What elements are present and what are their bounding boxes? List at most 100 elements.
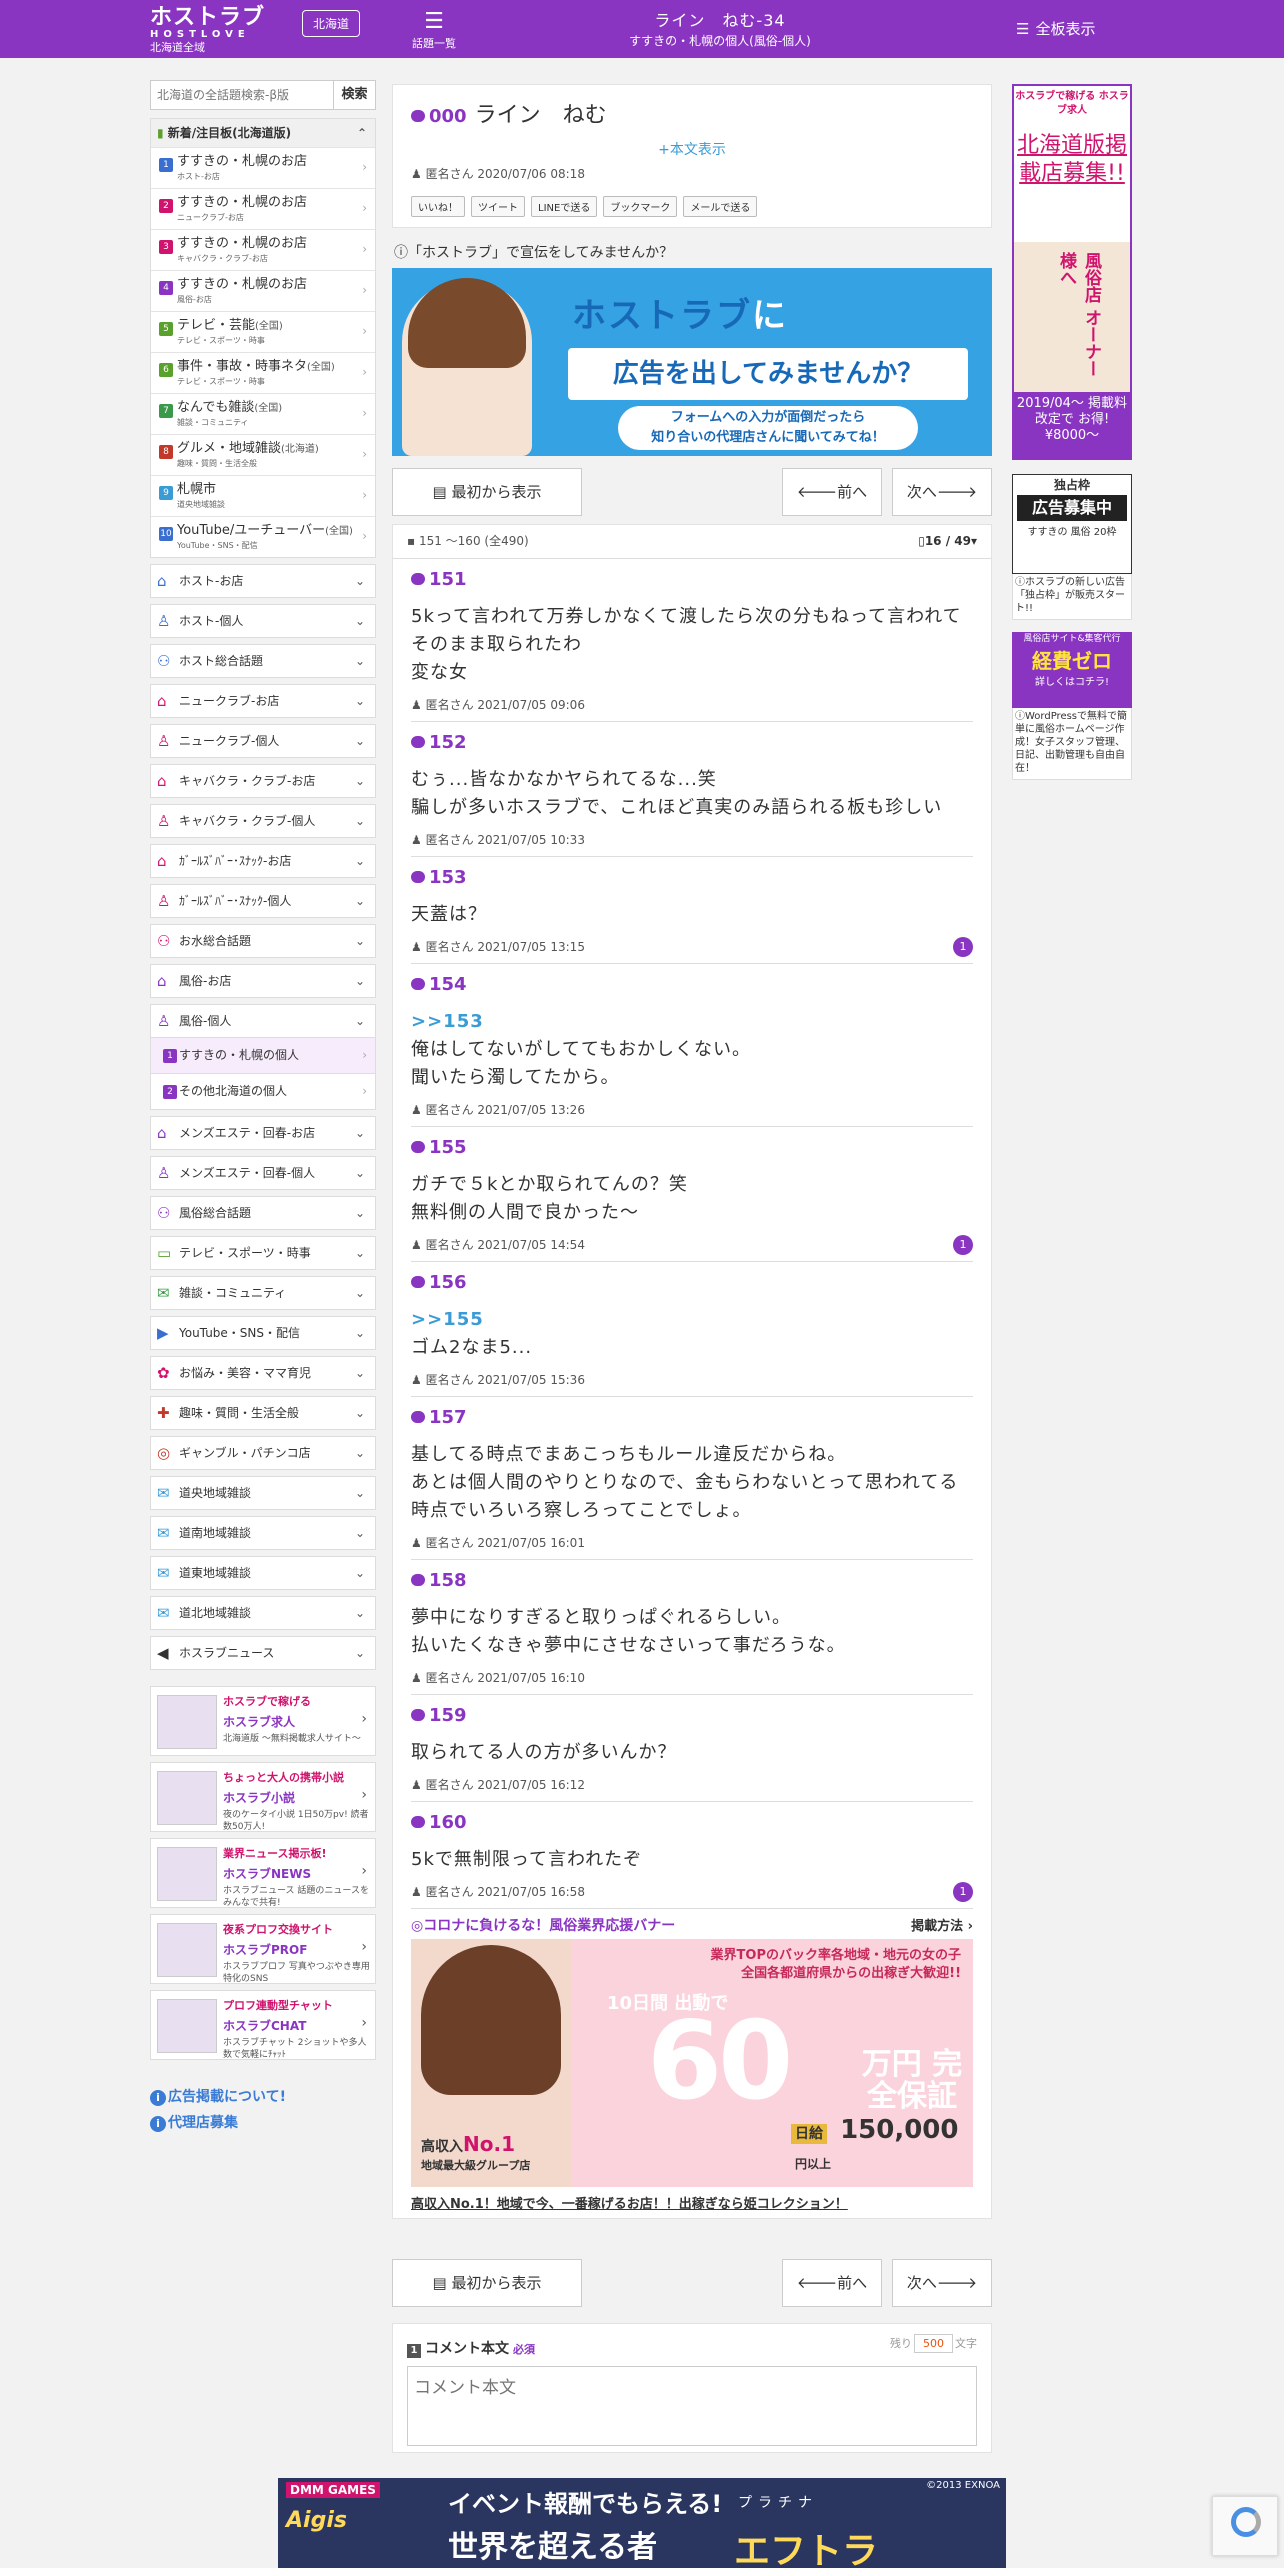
post-number[interactable]: 154 [411, 972, 973, 998]
category-item[interactable]: ✉ 道南地域雑談 ⌄ [150, 1516, 376, 1550]
service-banner[interactable]: プロフ連動型チャット ホスラブCHAT ホスラブチャット 2ショットや多人数で気軽に… [150, 1990, 376, 2060]
post-line: ゴム2なま5... [411, 1337, 533, 1358]
category-item[interactable]: ✿ お悩み・美容・ママ育児 ⌄ [150, 1356, 376, 1390]
share-button[interactable]: いいね！ [411, 196, 465, 217]
page-select[interactable]: ▯16 / 49▾ [918, 525, 977, 557]
share-button[interactable]: LINEで送る [531, 196, 598, 217]
post-number[interactable]: 151 [411, 567, 973, 593]
category-item[interactable]: ⚇ お水総合話題 ⌄ [150, 924, 376, 958]
category-item[interactable]: ▭ テレビ・スポーツ・時事 ⌄ [150, 1236, 376, 1270]
new-board-item[interactable]: 10 YouTube/ユーチューバー(全国) YouTube・SNS・配信 › [151, 516, 375, 557]
category-item[interactable]: ⌂ 風俗-お店 ⌄ [150, 964, 376, 998]
first-page-button[interactable]: ▤ 最初から表示 [392, 468, 582, 516]
category-item[interactable]: ✉ 道北地域雑談 ⌄ [150, 1596, 376, 1630]
exclusive-ad[interactable]: 独占枠 広告募集中 すすきの 風俗 20枠 [1012, 474, 1132, 574]
ad-how-link[interactable]: 掲載方法 › [911, 1915, 973, 1934]
site-logo[interactable]: ホストラブ HOSTLOVE 北海道全域 [150, 7, 265, 55]
category-item[interactable]: ⌂ ホスト-お店 ⌄ [150, 564, 376, 598]
region-switch-button[interactable]: 北海道 [302, 10, 361, 37]
ad-info-link[interactable]: i 広告掲載について! [150, 2084, 376, 2110]
new-board-item[interactable]: 5 テレビ・芸能(全国) テレビ・スポーツ・時事 › [151, 311, 375, 352]
search-input[interactable] [150, 80, 334, 110]
recaptcha-badge[interactable] [1212, 2496, 1278, 2556]
category-item[interactable]: ▶ YouTube・SNS・配信 ⌄ [150, 1316, 376, 1350]
new-boards-header[interactable]: ▮ 新着/注目板(北海道版) ⌃ [151, 119, 375, 147]
category-item[interactable]: ✉ 道央地域雑談 ⌄ [150, 1476, 376, 1510]
sub-category-list: 1 すすきの・札幌の個人 › 2 その他北海道の個人 › [150, 1038, 376, 1110]
new-board-item[interactable]: 3 すすきの・札幌のお店 キャバクラ・クラブ-お店 › [151, 229, 375, 270]
reply-link[interactable]: >>153 [411, 1008, 973, 1036]
new-board-item[interactable]: 7 なんでも雑談(全国) 雑談・コミュニティ › [151, 393, 375, 434]
recruit-ad[interactable]: ホスラブで稼げる ホスラブ求人 北海道版掲載店募集!! 風俗店 オーナー様へ 2… [1012, 84, 1132, 460]
category-item[interactable]: ♙ ｶﾞｰﾙｽﾞﾊﾞｰ･ｽﾅｯｸ-個人 ⌄ [150, 884, 376, 918]
category-item[interactable]: ◎ ギャンブル・パチンコ店 ⌄ [150, 1436, 376, 1470]
wordpress-ad[interactable]: 風俗店サイト&集客代行 経費ゼロ 詳しくはコチラ! [1012, 632, 1132, 708]
share-button[interactable]: ブックマーク [603, 196, 678, 217]
new-board-item[interactable]: 2 すすきの・札幌のお店 ニュークラブ-お店 › [151, 188, 375, 229]
category-item[interactable]: ⌂ キャバクラ・クラブ-お店 ⌄ [150, 764, 376, 798]
post-number[interactable]: 157 [411, 1405, 973, 1431]
post-meta: ♟ 匿名さん 2021/07/05 13:26 [411, 1100, 973, 1127]
reply-count-badge[interactable]: 1 [953, 1235, 973, 1255]
topics-list-button[interactable]: ☰ 話題一覧 [412, 9, 456, 51]
comment-icon [411, 1816, 425, 1828]
post-number[interactable]: 153 [411, 865, 973, 891]
category-item[interactable]: ⌂ ニュークラブ-お店 ⌄ [150, 684, 376, 718]
covid-ad-banner[interactable]: 業界TOPのバック率各地域・地元の女の子 全国各都道府県からの出稼ぎ大歓迎!! 1… [411, 1939, 973, 2187]
category-item[interactable]: ✚ 趣味・質問・生活全般 ⌄ [150, 1396, 376, 1430]
post-meta: ♟ 匿名さん 2021/07/05 14:54 1 [411, 1235, 973, 1262]
category-item[interactable]: ⌂ ｶﾞｰﾙｽﾞﾊﾞｰ･ｽﾅｯｸ-お店 ⌄ [150, 844, 376, 878]
post-number[interactable]: 158 [411, 1568, 973, 1594]
service-banner[interactable]: 業界ニュース掲示板! ホスラブNEWS ホスラブニュース 話題のニュースをみんなで共… [150, 1838, 376, 1908]
search-button[interactable]: 検索 [334, 80, 376, 110]
post-number[interactable]: 160 [411, 1810, 973, 1836]
category-item[interactable]: ⚇ ホスト総合話題 ⌄ [150, 644, 376, 678]
chevron-down-icon: ⌄ [354, 1606, 365, 1620]
next-page-button[interactable]: 次へ🡒 [892, 2259, 992, 2307]
board-category: 風俗-お店 [177, 295, 212, 304]
next-page-button[interactable]: 次へ🡒 [892, 468, 992, 516]
sub-category-item[interactable]: 2 その他北海道の個人 › [150, 1074, 376, 1110]
post-item: 157 基してる時点でまあこっちもルール違反だからね。 あとは個人間のやりとりなので… [393, 1397, 991, 1560]
all-boards-button[interactable]: ☰ 全板表示 [1016, 18, 1095, 39]
new-board-item[interactable]: 9 札幌市 道央地域雑談 › [151, 475, 375, 516]
share-button[interactable]: ツイート [471, 196, 525, 217]
service-banner[interactable]: ホスラブで稼げる ホスラブ求人 北海道版 〜無料掲載求人サイト〜 › [150, 1686, 376, 1756]
new-board-item[interactable]: 1 すすきの・札幌のお店 ホスト-お店 › [151, 147, 375, 188]
prev-page-button[interactable]: 🡐前へ [782, 2259, 882, 2307]
prev-page-button[interactable]: 🡐前へ [782, 468, 882, 516]
service-banner[interactable]: ちょっと大人の携帯小説 ホスラブ小説 夜のケータイ小説 1日50万pv! 読者数50… [150, 1762, 376, 1832]
category-item[interactable]: ⌂ メンズエステ・回春-お店 ⌄ [150, 1116, 376, 1150]
category-item[interactable]: ◀ ホスラブニュース ⌄ [150, 1636, 376, 1670]
comment-textarea[interactable] [407, 2366, 977, 2446]
share-button[interactable]: メールで送る [683, 196, 758, 217]
category-item[interactable]: ♙ キャバクラ・クラブ-個人 ⌄ [150, 804, 376, 838]
category-item[interactable]: ♙ ニュークラブ-個人 ⌄ [150, 724, 376, 758]
covid-ad-link[interactable]: 高収入No.1！地域で今、一番稼げるお店！！出稼ぎなら姫コレクション！ [411, 2193, 973, 2218]
agency-link[interactable]: i 代理店募集 [150, 2110, 376, 2136]
post-number[interactable]: 159 [411, 1703, 973, 1729]
reply-link[interactable]: >>155 [411, 1306, 973, 1334]
post-line: 夢中になりすぎると取りっぱぐれるらしい。 [411, 1607, 791, 1628]
category-item[interactable]: ♙ ホスト-個人 ⌄ [150, 604, 376, 638]
category-item[interactable]: ✉ 道東地域雑談 ⌄ [150, 1556, 376, 1590]
advertise-banner[interactable]: ホストラブに 広告を出してみませんか？ フォームへの入力が面倒だったら 知り合いの… [392, 268, 992, 456]
reply-count-badge[interactable]: 1 [953, 937, 973, 957]
category-item[interactable]: ✉ 雑談・コミュニティ ⌄ [150, 1276, 376, 1310]
post-number[interactable]: 155 [411, 1135, 973, 1161]
game-ad-banner[interactable]: DMM GAMES Aigis イベント報酬でもらえる! 世界を超える者 プラチ… [278, 2478, 1006, 2568]
category-item[interactable]: ♙ 風俗-個人 ⌄ [150, 1004, 376, 1038]
show-body-link[interactable]: +本文表示 [411, 139, 973, 159]
new-board-item[interactable]: 6 事件・事故・時事ネタ(全国) テレビ・スポーツ・時事 › [151, 352, 375, 393]
service-banner[interactable]: 夜系プロフ交換サイト ホスラブPROF ホスラブプロフ 写真やつぶやき専用特化のSN… [150, 1914, 376, 1984]
post-number[interactable]: 156 [411, 1270, 973, 1296]
new-board-item[interactable]: 8 グルメ・地域雑談(北海道) 趣味・質問・生活全般 › [151, 434, 375, 475]
first-page-button[interactable]: ▤ 最初から表示 [392, 2259, 582, 2307]
category-item[interactable]: ⚇ 風俗総合話題 ⌄ [150, 1196, 376, 1230]
sub-category-item[interactable]: 1 すすきの・札幌の個人 › [150, 1038, 376, 1074]
new-board-item[interactable]: 4 すすきの・札幌のお店 風俗-お店 › [151, 270, 375, 311]
comment-form: 1 コメント本文 必須 残り 500 文字 [392, 2323, 992, 2453]
post-number[interactable]: 152 [411, 730, 973, 756]
reply-count-badge[interactable]: 1 [953, 1882, 973, 1902]
category-item[interactable]: ♙ メンズエステ・回春-個人 ⌄ [150, 1156, 376, 1190]
